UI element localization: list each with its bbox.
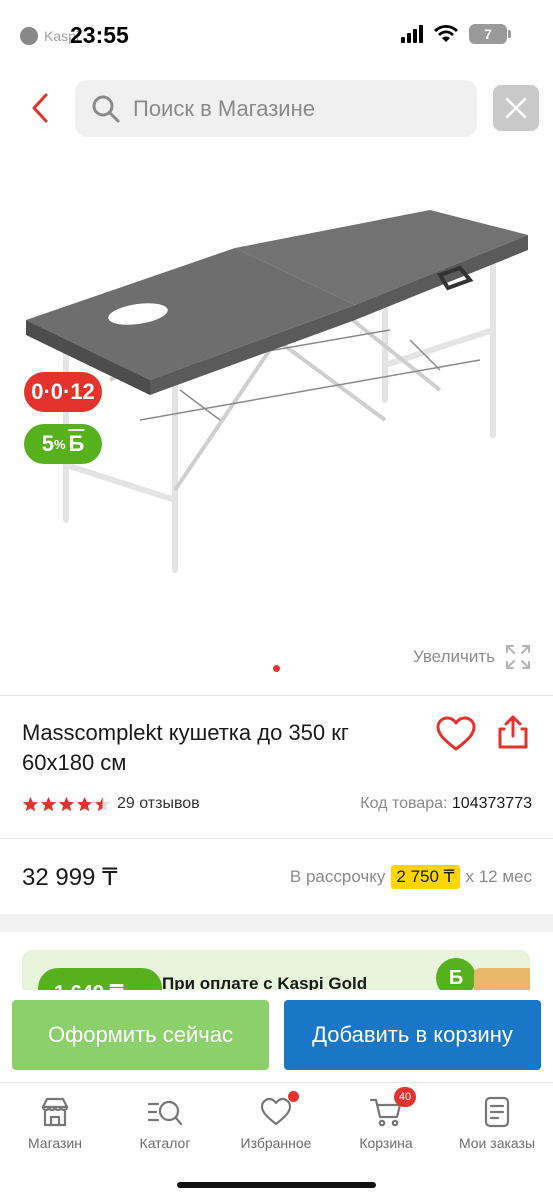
add-to-cart-button[interactable]: Добавить в корзину xyxy=(284,1000,541,1070)
kaspi-gold-promo[interactable]: 1 649 ₸ При оплате с Kaspi Gold Б xyxy=(22,950,530,990)
nav-item-catalog[interactable]: Каталог xyxy=(115,1095,215,1151)
search-header xyxy=(0,80,553,138)
gold-card-icon xyxy=(474,968,530,990)
nav-item-orders[interactable]: Мои заказы xyxy=(447,1095,547,1151)
rating-stars xyxy=(22,796,111,813)
bonus-symbol: Б xyxy=(68,431,85,456)
cellular-signal-icon xyxy=(401,25,423,43)
percent-sign-icon: % xyxy=(53,436,66,452)
nav-label-cart: Корзина xyxy=(359,1135,413,1151)
product-title: Masscomplekt кушетка до 350 кг 60х180 см xyxy=(22,720,349,775)
promo-text: При оплате с Kaspi Gold xyxy=(162,974,368,990)
star-icon xyxy=(22,796,39,811)
bonus-badge: 5% Б xyxy=(24,424,102,464)
favorites-dot-indicator xyxy=(288,1091,299,1102)
product-price: 32 999 ₸ xyxy=(22,863,118,891)
nav-label-orders: Мои заказы xyxy=(458,1135,536,1151)
nav-label-store: Магазин xyxy=(27,1135,82,1151)
status-indicators: 7 xyxy=(401,24,511,44)
favorite-button[interactable] xyxy=(436,716,476,752)
installment-suffix: х 12 мес xyxy=(465,867,533,886)
share-button[interactable] xyxy=(496,714,530,750)
cart-count-badge: 40 xyxy=(394,1087,416,1107)
search-icon xyxy=(92,95,120,122)
installment-info[interactable]: В рассрочку 2 750 ₸ х 12 мес xyxy=(290,865,532,889)
status-bar: Kaspi 23:55 7 xyxy=(0,0,553,70)
star-icon xyxy=(40,796,57,811)
star-icon xyxy=(94,796,111,811)
nav-item-cart[interactable]: 40 Корзина xyxy=(336,1087,436,1151)
kaspi-app-icon xyxy=(20,27,38,45)
product-gallery[interactable]: 0·0·12 5% Б Увеличить xyxy=(0,150,553,690)
nav-label-favorites: Избранное xyxy=(240,1135,312,1151)
search-input[interactable] xyxy=(133,95,453,122)
product-code: Код товара: 104373773 xyxy=(360,795,532,813)
bonus-percent: 5 xyxy=(41,431,54,456)
battery-icon: 7 xyxy=(469,24,511,44)
bonus-coin-icon: Б xyxy=(436,958,476,990)
reviews-link[interactable]: 29 отзывов xyxy=(117,795,200,813)
price-row: 32 999 ₸ В рассрочку 2 750 ₸ х 12 мес xyxy=(22,860,532,894)
heart-icon xyxy=(260,1097,292,1126)
close-icon xyxy=(505,97,527,119)
divider xyxy=(0,838,553,839)
divider xyxy=(0,695,553,696)
expand-icon xyxy=(506,645,530,669)
star-icon xyxy=(58,796,75,811)
store-icon xyxy=(41,1097,69,1127)
clear-search-button[interactable] xyxy=(493,85,539,131)
wifi-icon xyxy=(433,24,459,44)
zoom-label: Увеличить xyxy=(413,647,495,666)
nav-item-store[interactable]: Магазин xyxy=(5,1095,105,1151)
installment-prefix: В рассрочку xyxy=(289,867,386,886)
share-icon xyxy=(498,715,528,749)
gallery-page-indicator xyxy=(273,665,280,672)
home-indicator xyxy=(177,1182,376,1188)
buy-now-button[interactable]: Оформить сейчас xyxy=(12,1000,269,1070)
status-time: 23:55 xyxy=(70,22,129,48)
nav-label-catalog: Каталог xyxy=(139,1135,191,1151)
search-field[interactable] xyxy=(75,80,477,137)
installment-badge: 0·0·12 xyxy=(24,372,102,412)
back-button[interactable] xyxy=(22,90,58,126)
orders-icon xyxy=(484,1096,510,1128)
zoom-button[interactable]: Увеличить xyxy=(413,644,531,670)
promo-bonus-amount: 1 649 ₸ xyxy=(38,968,162,990)
chevron-left-icon xyxy=(32,93,48,123)
rating-row: 29 отзывов Код товара: 104373773 xyxy=(22,792,532,816)
installment-amount: 2 750 ₸ xyxy=(391,865,460,889)
heart-icon xyxy=(436,716,476,751)
section-separator xyxy=(0,914,553,932)
purchase-actions: Оформить сейчас Добавить в корзину xyxy=(0,990,553,1082)
nav-item-favorites[interactable]: Избранное xyxy=(226,1091,326,1151)
product-code-value: 104373773 xyxy=(451,795,532,812)
catalog-search-icon xyxy=(147,1100,183,1126)
product-code-label: Код товара: xyxy=(360,795,448,812)
star-icon xyxy=(76,796,93,811)
